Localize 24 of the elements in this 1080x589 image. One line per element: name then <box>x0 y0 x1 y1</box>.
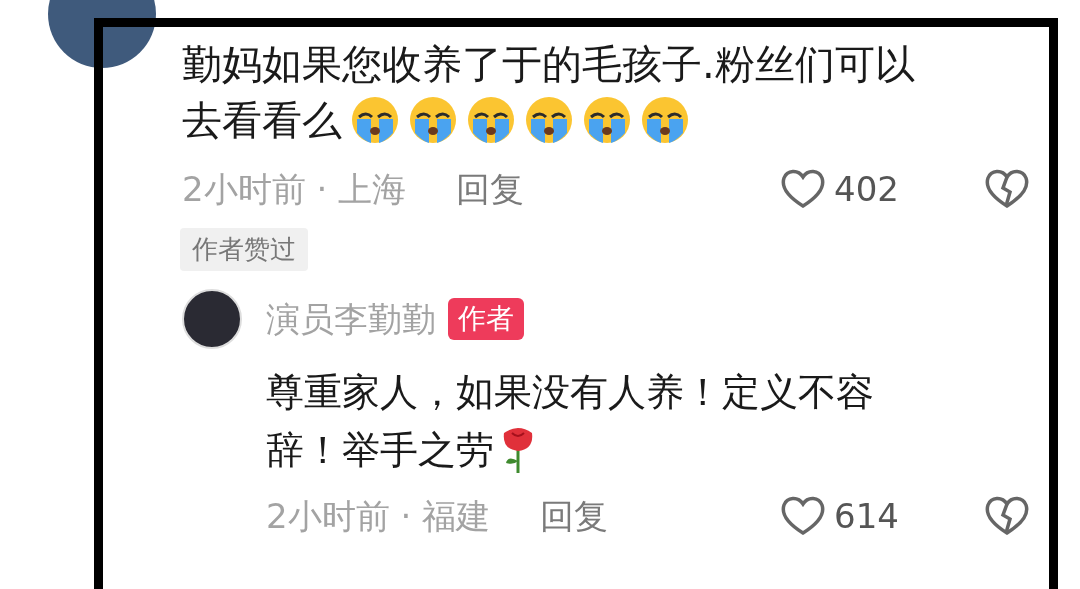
crying-face-icon <box>640 95 690 145</box>
comment-time-location: 2小时前 · 福建 <box>266 494 491 538</box>
broken-heart-icon[interactable] <box>984 495 1030 537</box>
reply-text: 辞！举手之劳 <box>266 427 494 474</box>
reply-text: 尊重家人，如果没有人养！定义不容 <box>266 369 875 416</box>
comment-time-location: 2小时前 · 上海 <box>182 167 407 211</box>
author-name: 演员李勤勤 <box>266 297 436 341</box>
avatar <box>182 289 242 349</box>
crying-face-icon <box>350 95 400 145</box>
author-liked-badge: 作者赞过 <box>180 228 308 271</box>
heart-icon[interactable] <box>780 495 826 537</box>
crying-face-icon <box>524 95 574 145</box>
broken-heart-icon[interactable] <box>984 168 1030 210</box>
crying-face-icon <box>466 95 516 145</box>
reply-button[interactable]: 回复 <box>456 163 525 215</box>
like-count: 614 <box>834 494 900 538</box>
reply-button[interactable]: 回复 <box>540 490 609 542</box>
crying-face-icon <box>408 95 458 145</box>
comment-text: 去看看么 <box>182 96 342 145</box>
comment-text: 勤妈如果您收养了于的毛孩子.粉丝们可以 <box>182 40 916 89</box>
author-badge: 作者 <box>448 298 524 340</box>
heart-icon[interactable] <box>780 168 826 210</box>
like-count: 402 <box>834 167 900 211</box>
crying-face-icon <box>582 95 632 145</box>
